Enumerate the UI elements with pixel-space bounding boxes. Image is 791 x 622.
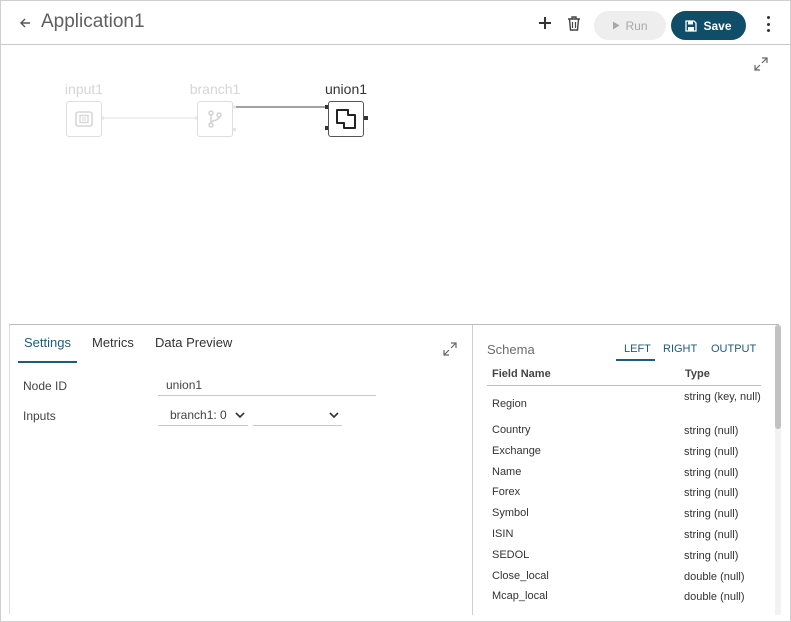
app-header: Application1 Run Save xyxy=(1,1,790,45)
field-name: Name xyxy=(492,465,522,478)
table-row: Mcap_local double (null) xyxy=(487,587,761,608)
field-name: Region xyxy=(492,398,527,410)
field-type: string (key, null) xyxy=(684,391,761,403)
table-row: Name string (null) xyxy=(487,463,761,484)
field-type: double (null) xyxy=(684,591,745,604)
field-name: Mcap_local xyxy=(492,590,548,603)
schema-table-body: Region string (key, null) Country string… xyxy=(487,387,761,615)
field-type: string (null) xyxy=(684,425,739,437)
union-icon xyxy=(336,109,356,129)
field-name: Close_local xyxy=(492,569,549,582)
input-select-2[interactable] xyxy=(253,405,342,426)
table-row: Close_local double (null) xyxy=(487,567,761,588)
node-settings-panel: Settings Metrics Data Preview Node ID In… xyxy=(10,325,473,615)
node-id-label: Node ID xyxy=(23,379,68,393)
node-label-input1: input1 xyxy=(64,81,104,97)
bottom-panels: Settings Metrics Data Preview Node ID In… xyxy=(9,324,781,615)
field-name: Country xyxy=(492,424,531,436)
page-title: Application1 xyxy=(41,11,145,32)
field-name: ISIN xyxy=(492,527,514,540)
table-row: Exchange string (null) xyxy=(487,442,761,463)
schema-panel: Schema LEFT RIGHT OUTPUT Field Name Type… xyxy=(473,325,781,615)
tab-metrics[interactable]: Metrics xyxy=(92,335,134,350)
inputs-label: Inputs xyxy=(23,409,56,423)
table-row: Symbol string (null) xyxy=(487,504,761,525)
table-row: Forex string (null) xyxy=(487,483,761,504)
expand-icon[interactable] xyxy=(443,342,457,356)
save-icon xyxy=(685,19,698,32)
add-icon[interactable] xyxy=(536,14,554,32)
node-input1[interactable] xyxy=(66,101,102,137)
tab-output[interactable]: OUTPUT xyxy=(711,343,756,355)
tab-left[interactable]: LEFT xyxy=(624,343,651,355)
chevron-down-icon xyxy=(329,412,339,419)
node-union1[interactable] xyxy=(328,101,364,137)
node-label-union1: union1 xyxy=(324,81,368,97)
save-button[interactable]: Save xyxy=(671,11,746,40)
schema-title: Schema xyxy=(487,342,535,357)
input-select-1-value: branch1: 0 xyxy=(170,408,227,422)
node-label-branch1: branch1 xyxy=(189,81,241,97)
input-select-1[interactable]: branch1: 0 xyxy=(158,405,248,426)
field-type: string (null) xyxy=(684,487,739,500)
table-row: ISIN string (null) xyxy=(487,525,761,546)
run-button-label: Run xyxy=(625,18,648,33)
field-type: string (null) xyxy=(684,528,739,541)
trash-icon[interactable] xyxy=(566,15,582,32)
field-name: Exchange xyxy=(492,444,541,457)
scrollbar-thumb[interactable] xyxy=(775,325,781,429)
column-header-field-name: Field Name xyxy=(492,368,551,380)
node-branch1[interactable] xyxy=(197,101,233,137)
active-tab-indicator xyxy=(18,361,77,363)
input-icon xyxy=(75,111,93,127)
table-row: SEDOL string (null) xyxy=(487,546,761,567)
field-type: string (null) xyxy=(684,445,739,458)
field-name: Forex xyxy=(492,486,521,499)
field-name: SEDOL xyxy=(492,548,530,561)
play-icon xyxy=(613,21,620,30)
active-schema-tab-indicator xyxy=(616,359,655,361)
field-type: string (null) xyxy=(684,508,739,521)
back-arrow-icon[interactable] xyxy=(15,13,35,33)
table-row: Region string (key, null) xyxy=(487,387,761,421)
chevron-down-icon xyxy=(235,412,245,419)
field-name: Symbol xyxy=(492,507,529,520)
table-row: Country string (null) xyxy=(487,421,761,442)
schema-scrollbar[interactable] xyxy=(775,325,781,615)
field-type: string (null) xyxy=(684,549,739,562)
node-id-input[interactable] xyxy=(158,375,376,396)
column-header-type: Type xyxy=(685,368,710,380)
run-button[interactable]: Run xyxy=(594,11,666,40)
more-options-icon[interactable] xyxy=(760,14,776,34)
tab-right[interactable]: RIGHT xyxy=(663,343,697,355)
field-type: string (null) xyxy=(684,466,739,479)
schema-table-header: Field Name Type xyxy=(487,366,761,386)
tab-settings[interactable]: Settings xyxy=(24,335,71,350)
branch-icon xyxy=(208,110,222,128)
tab-data-preview[interactable]: Data Preview xyxy=(155,335,232,350)
save-button-label: Save xyxy=(703,18,732,33)
workflow-canvas[interactable]: input1 branch1 union1 xyxy=(1,46,790,323)
field-type: double (null) xyxy=(684,570,745,583)
